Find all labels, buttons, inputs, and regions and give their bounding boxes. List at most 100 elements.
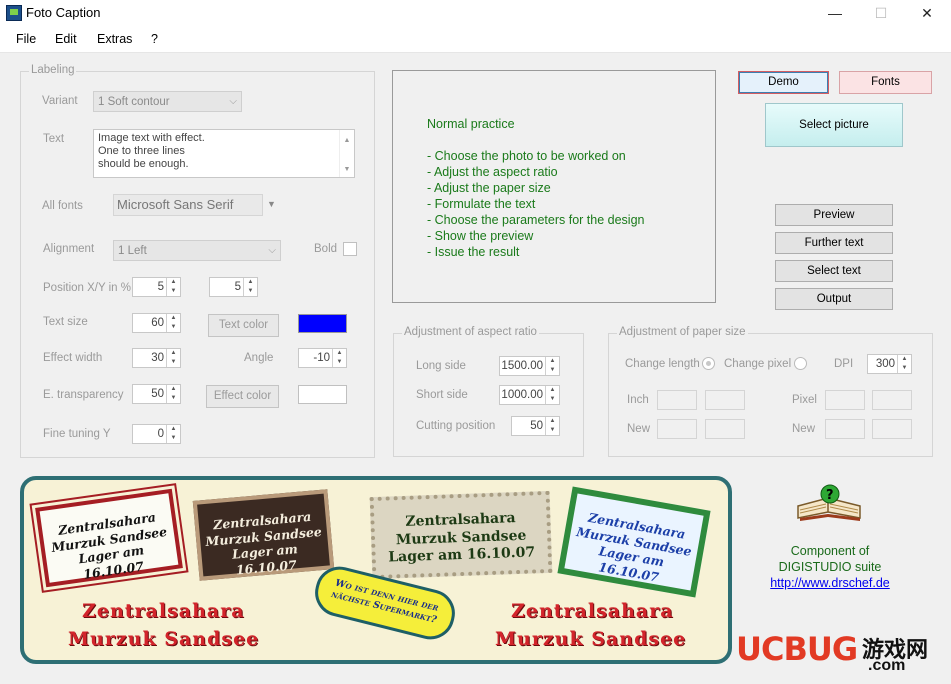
stamp-sample-4: Zentralsahara Murzuk Sandsee Lager am 16… xyxy=(557,486,711,598)
inch-height-field[interactable] xyxy=(705,390,745,410)
watermark-domain: .com xyxy=(868,657,906,674)
inch-label: Inch xyxy=(627,394,649,406)
alignment-select[interactable]: 1 Left ⌵ xyxy=(113,240,281,261)
position-y-spinner[interactable]: 5 ▲ ▼ xyxy=(209,277,258,297)
spinner-arrows-icon[interactable]: ▲ ▼ xyxy=(166,278,180,296)
stamp-sample-3: Zentralsahara Murzuk Sandsee Lager am 16… xyxy=(369,490,553,580)
spinner-arrows-icon[interactable]: ▲ ▼ xyxy=(545,357,559,375)
caption-textarea[interactable]: Image text with effect. One to three lin… xyxy=(93,129,355,178)
font-select[interactable]: Microsoft Sans Serif xyxy=(113,194,263,216)
spinner-arrows-icon[interactable]: ▲ ▼ xyxy=(166,314,180,332)
change-length-radio[interactable] xyxy=(702,357,715,370)
effect-color-swatch[interactable] xyxy=(298,385,347,404)
text-size-spinner[interactable]: 60 ▲ ▼ xyxy=(132,313,181,333)
spinner-arrows-icon[interactable]: ▲ ▼ xyxy=(166,385,180,403)
short-side-label: Short side xyxy=(416,389,468,401)
spinner-arrows-icon[interactable]: ▲ ▼ xyxy=(332,349,346,367)
window-title: Foto Caption xyxy=(26,5,101,20)
new-inch-label: New xyxy=(627,423,651,435)
new-inch-width-field[interactable] xyxy=(657,419,697,439)
inch-width-field[interactable] xyxy=(657,390,697,410)
fine-tuning-value: 0 xyxy=(157,428,164,440)
fine-tuning-spinner[interactable]: 0 ▲ ▼ xyxy=(132,424,181,444)
chevron-down-icon: ⌵ xyxy=(268,245,276,256)
fonts-label: All fonts xyxy=(42,200,83,212)
pixel-height-field[interactable] xyxy=(872,390,912,410)
short-side-spinner[interactable]: 1000.00 ▲ ▼ xyxy=(499,385,560,405)
instruction-step: - Adjust the aspect ratio xyxy=(427,165,558,179)
new-pixel-height-field[interactable] xyxy=(872,419,912,439)
text-color-button[interactable]: Text color xyxy=(208,314,279,337)
fonts-button[interactable]: Fonts xyxy=(839,71,932,94)
spinner-arrows-icon[interactable]: ▲ ▼ xyxy=(243,278,257,296)
menu-extras[interactable]: Extras xyxy=(97,32,132,46)
stamp-sample-2: Zentralsahara Murzuk Sandsee Lager am 16… xyxy=(192,489,335,581)
red-text-right-1: Zentralsahara xyxy=(511,600,674,622)
font-value: Microsoft Sans Serif xyxy=(117,197,234,212)
instruction-step: - Issue the result xyxy=(427,245,520,259)
spinner-arrows-icon[interactable]: ▲ ▼ xyxy=(166,349,180,367)
effect-width-spinner[interactable]: 30 ▲ ▼ xyxy=(132,348,181,368)
position-y-value: 5 xyxy=(234,281,241,293)
cutting-position-spinner[interactable]: 50 ▲ ▼ xyxy=(511,416,560,436)
dpi-spinner[interactable]: 300 ▲ ▼ xyxy=(867,354,912,374)
component-line-2: DIGISTUDIO suite xyxy=(778,560,882,574)
menu-edit[interactable]: Edit xyxy=(55,32,77,46)
further-text-button[interactable]: Further text xyxy=(775,232,893,254)
website-link[interactable]: http://www.drschef.de xyxy=(770,575,890,591)
book-question-icon: ? xyxy=(794,484,866,524)
variant-value: 1 Soft contour xyxy=(98,96,170,108)
output-button[interactable]: Output xyxy=(775,288,893,310)
red-text-left-1: Zentralsahara xyxy=(82,600,245,622)
component-line-1: Component of xyxy=(790,544,870,558)
effect-width-value: 30 xyxy=(151,352,164,364)
text-color-swatch[interactable] xyxy=(298,314,347,333)
close-button[interactable]: ✕ xyxy=(904,0,950,26)
svg-text:?: ? xyxy=(826,488,834,503)
preview-button[interactable]: Preview xyxy=(775,204,893,226)
spinner-arrows-icon[interactable]: ▲ ▼ xyxy=(545,386,559,404)
variant-select[interactable]: 1 Soft contour ⌵ xyxy=(93,91,242,112)
red-text-right-2: Murzuk Sandsee xyxy=(495,628,687,650)
bold-checkbox[interactable] xyxy=(343,242,357,256)
chevron-down-icon: ⌵ xyxy=(229,96,237,107)
textarea-scrollbar[interactable]: ▲ ▼ xyxy=(339,130,354,177)
pixel-width-field[interactable] xyxy=(825,390,865,410)
fine-tuning-label: Fine tuning Y xyxy=(43,428,111,440)
spinner-arrows-icon[interactable]: ▲ ▼ xyxy=(897,355,911,373)
text-size-label: Text size xyxy=(43,316,88,328)
variant-label: Variant xyxy=(42,95,78,107)
app-icon xyxy=(6,5,22,21)
long-side-value: 1500.00 xyxy=(501,360,543,372)
font-dropdown-arrow-icon[interactable]: ▼ xyxy=(267,199,276,209)
spinner-arrows-icon[interactable]: ▲ ▼ xyxy=(545,417,559,435)
position-x-spinner[interactable]: 5 ▲ ▼ xyxy=(132,277,181,297)
long-side-label: Long side xyxy=(416,360,466,372)
dpi-value: 300 xyxy=(875,358,895,370)
position-x-value: 5 xyxy=(157,281,164,293)
new-inch-height-field[interactable] xyxy=(705,419,745,439)
alignment-label: Alignment xyxy=(43,243,95,255)
effect-color-button[interactable]: Effect color xyxy=(206,385,279,408)
menu-help[interactable]: ? xyxy=(151,32,158,46)
aspect-ratio-title: Adjustment of aspect ratio xyxy=(402,326,539,338)
change-pixel-label: Change pixel xyxy=(724,358,792,370)
cutting-position-label: Cutting position xyxy=(416,420,496,432)
demo-button[interactable]: Demo xyxy=(738,71,829,94)
change-pixel-radio[interactable] xyxy=(794,357,807,370)
transparency-spinner[interactable]: 50 ▲ ▼ xyxy=(132,384,181,404)
select-picture-button[interactable]: Select picture xyxy=(765,103,903,147)
instruction-step: - Show the preview xyxy=(427,229,534,243)
long-side-spinner[interactable]: 1500.00 ▲ ▼ xyxy=(499,356,560,376)
minimize-button[interactable]: — xyxy=(812,0,858,26)
menu-file[interactable]: File xyxy=(16,32,36,46)
spinner-arrows-icon[interactable]: ▲ ▼ xyxy=(166,425,180,443)
text-size-value: 60 xyxy=(151,317,164,329)
new-pixel-label: New xyxy=(792,423,816,435)
maximize-button[interactable]: ☐ xyxy=(858,0,904,26)
change-length-label: Change length xyxy=(625,358,700,370)
new-pixel-width-field[interactable] xyxy=(825,419,865,439)
transparency-value: 50 xyxy=(151,388,164,400)
select-text-button[interactable]: Select text xyxy=(775,260,893,282)
angle-spinner[interactable]: -10 ▲ ▼ xyxy=(298,348,347,368)
